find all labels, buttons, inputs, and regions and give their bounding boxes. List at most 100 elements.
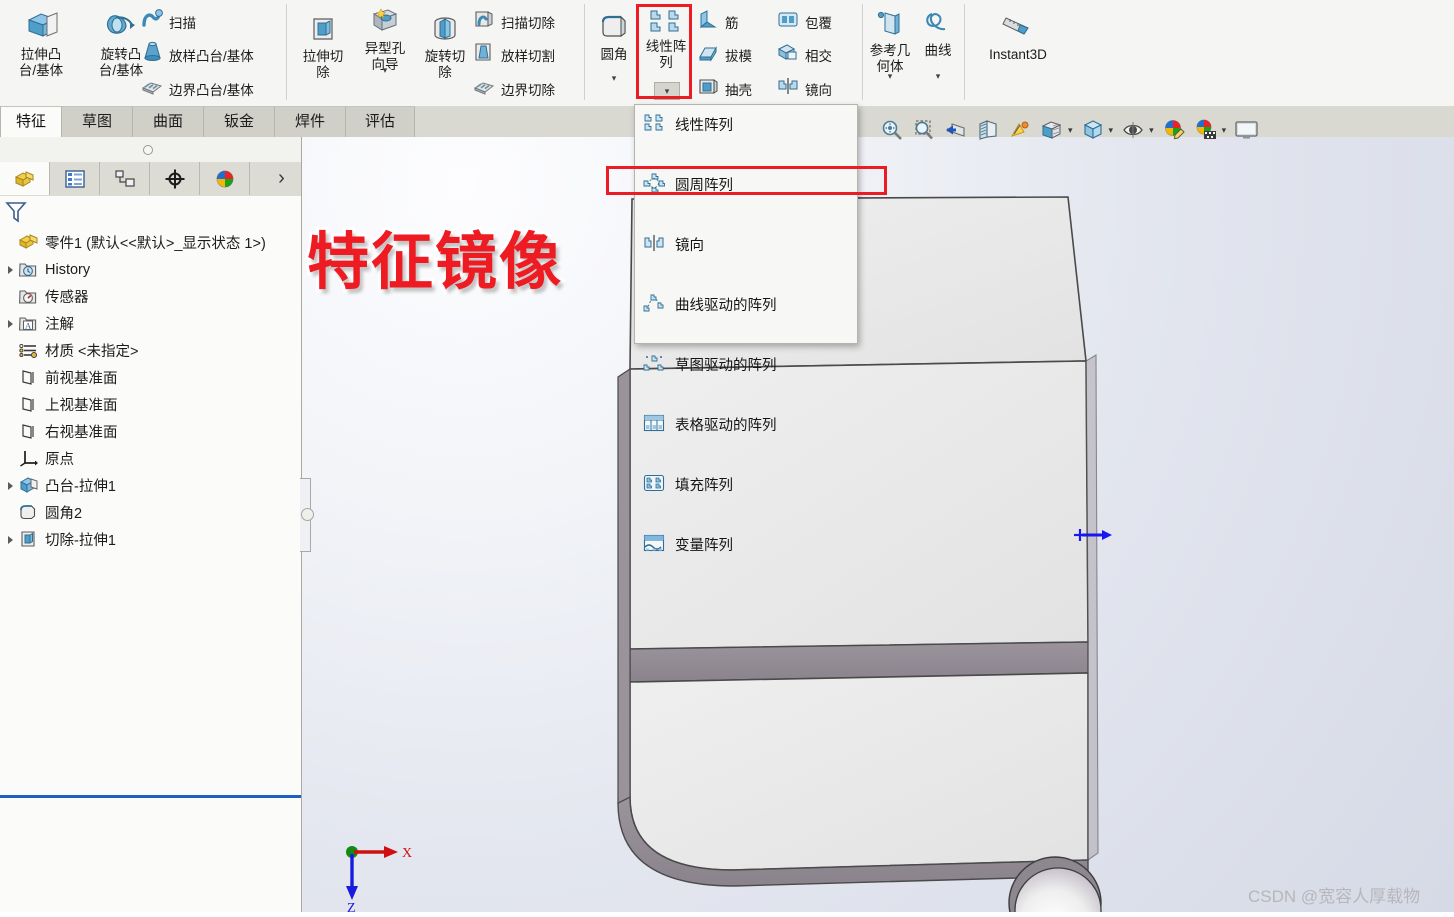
swept-cut-button[interactable]: 扫描切除 [472,8,555,35]
menu-item-curve-driven-pattern[interactable]: 曲线驱动的阵列 [635,289,857,319]
configuration-manager-tab[interactable] [100,162,150,195]
section-view-icon[interactable] [976,118,1000,142]
mirror-button[interactable]: 镜向 [776,75,832,102]
tree-toggle[interactable] [4,418,18,445]
fillet-dropdown-caret[interactable]: ▾ [605,74,623,83]
extruded-boss-button[interactable]: 拉伸凸 台/基体 [6,8,76,79]
linear-pattern-icon [640,8,692,39]
extruded-cut-icon [294,14,352,49]
curves-button[interactable]: 曲线 ▾ [916,10,960,81]
linear-pattern-button[interactable]: 线性阵列 ▾ [640,8,692,100]
tree-toggle[interactable] [4,472,18,499]
extruded-cut-button[interactable]: 拉伸切除 [294,14,352,81]
apply-scene-caret[interactable]: ▾ [1222,125,1227,136]
tree-toggle[interactable] [4,391,18,418]
rollback-bar[interactable] [0,795,301,798]
boundary-boss-button[interactable]: 边界凸台/基体 [140,75,254,102]
menu-item-table-driven-pattern[interactable]: 表格驱动的阵列 [635,409,857,439]
view-settings-icon[interactable] [1234,118,1258,142]
tab-features[interactable]: 特征 [0,106,62,138]
tree-item-top-plane[interactable]: 上视基准面 [0,391,301,418]
tree-toggle[interactable] [4,499,18,526]
feature-tree[interactable]: 零件1 (默认<<默认>_显示状态 1>) History 传感器 A 注解 材… [0,229,301,912]
menu-item-variable-pattern[interactable]: 变量阵列 [635,529,857,559]
swept-boss-button[interactable]: 扫描 [140,8,196,35]
tree-item-label: 切除-拉伸1 [45,533,116,549]
curves-dropdown-caret[interactable]: ▾ [929,72,947,81]
hide-show-caret[interactable]: ▾ [1149,125,1154,136]
feature-tree-filter-bar[interactable] [0,196,301,230]
tree-toggle[interactable] [4,229,18,256]
revolved-cut-button[interactable]: 旋转切除 [416,14,474,81]
tab-sketch[interactable]: 草图 [61,106,133,137]
menu-item-linear-pattern[interactable]: 线性阵列 [635,109,857,139]
tree-item-origin[interactable]: 原点 [0,445,301,472]
graphics-viewport[interactable]: 特征镜像 X Z [302,137,1454,916]
tree-item-history[interactable]: History [0,256,301,283]
draft-button[interactable]: 拔模 [696,41,752,68]
view-cube-icon[interactable] [1081,118,1105,142]
edit-appearance-icon[interactable] [1162,118,1186,142]
instant3d-button[interactable]: Instant3D [968,14,1068,63]
hide-show-items-icon[interactable] [1121,118,1145,142]
dimxpert-manager-tab[interactable] [150,162,200,195]
feature-tree-tab[interactable] [0,162,50,195]
tab-weldments[interactable]: 焊件 [274,106,346,137]
shell-button[interactable]: 抽壳 [696,75,752,102]
model-right-edge [1085,354,1099,862]
hole-wizard-dropdown-caret[interactable]: ▾ [376,66,394,75]
wrap-button[interactable]: 包覆 [776,8,832,35]
apply-scene-icon[interactable] [1194,118,1218,142]
previous-view-icon[interactable] [944,118,968,142]
plane-icon [18,367,39,388]
feature-manager-panel: › 零件1 (默认<<默认>_显示状态 1>) History 传感器 A 注解… [0,137,302,912]
fillet-button[interactable]: 圆角 ▾ [590,12,638,83]
tree-item-right-plane[interactable]: 右视基准面 [0,418,301,445]
hole-wizard-button[interactable]: 异型孔 向导 ▾ [356,6,414,75]
tree-item-material[interactable]: 材质 <未指定> [0,337,301,364]
zoom-to-fit-icon[interactable] [880,118,904,142]
intersect-button[interactable]: 相交 [776,41,832,68]
display-style-icon[interactable] [1040,118,1064,142]
view-cube-caret[interactable]: ▾ [1109,125,1114,136]
tree-item-annotations[interactable]: A 注解 [0,310,301,337]
linear-pattern-dropdown-caret[interactable]: ▾ [654,82,680,100]
tree-toggle[interactable] [4,310,18,337]
tree-toggle[interactable] [4,283,18,310]
lofted-cut-button[interactable]: 放样切割 [472,41,555,68]
lofted-cut-icon [472,41,496,68]
display-style-caret[interactable]: ▾ [1068,125,1073,136]
tree-toggle[interactable] [4,526,18,553]
tree-toggle[interactable] [4,445,18,472]
tab-surfaces[interactable]: 曲面 [132,106,204,137]
tree-root-item[interactable]: 零件1 (默认<<默认>_显示状态 1>) [0,229,301,256]
tree-toggle[interactable] [4,256,18,283]
rib-button[interactable]: 筋 [696,8,739,35]
panel-collapse-handle[interactable] [143,145,153,155]
lofted-boss-button[interactable]: 放样凸台/基体 [140,41,254,68]
tree-item-front-plane[interactable]: 前视基准面 [0,364,301,391]
menu-item-fill-pattern[interactable]: 填充阵列 [635,469,857,499]
panel-splitter-handle[interactable] [301,508,314,521]
reference-geometry-button[interactable]: 参考几 何体 ▾ [866,10,914,81]
panel-expand-arrow[interactable]: › [262,162,301,195]
menu-item-mirror[interactable]: 镜向 [635,229,857,259]
menu-item-circular-pattern[interactable]: 圆周阵列 [635,169,857,199]
tree-item-cut-extrude1[interactable]: 切除-拉伸1 [0,526,301,553]
menu-item-sketch-driven-pattern[interactable]: 草图驱动的阵列 [635,349,857,379]
tree-toggle[interactable] [4,337,18,364]
tree-item-fillet2[interactable]: 圆角2 [0,499,301,526]
tab-evaluate[interactable]: 评估 [345,106,415,137]
tree-item-boss-extrude1[interactable]: 凸台-拉伸1 [0,472,301,499]
property-manager-tab[interactable] [50,162,100,195]
tab-sheetmetal[interactable]: 钣金 [203,106,275,137]
material-icon [18,340,39,361]
linear-pattern-dropdown-menu[interactable]: 线性阵列 圆周阵列 镜向 曲线驱动的阵列 草图驱动的阵列 表格驱动的阵列 填充阵… [634,104,858,554]
zoom-to-area-icon[interactable] [912,118,936,142]
view-orientation-icon[interactable] [1008,118,1032,142]
reference-geometry-dropdown-caret[interactable]: ▾ [881,72,899,81]
boundary-cut-button[interactable]: 边界切除 [472,75,555,102]
tree-toggle[interactable] [4,364,18,391]
tree-item-sensors[interactable]: 传感器 [0,283,301,310]
display-manager-tab[interactable] [200,162,250,195]
